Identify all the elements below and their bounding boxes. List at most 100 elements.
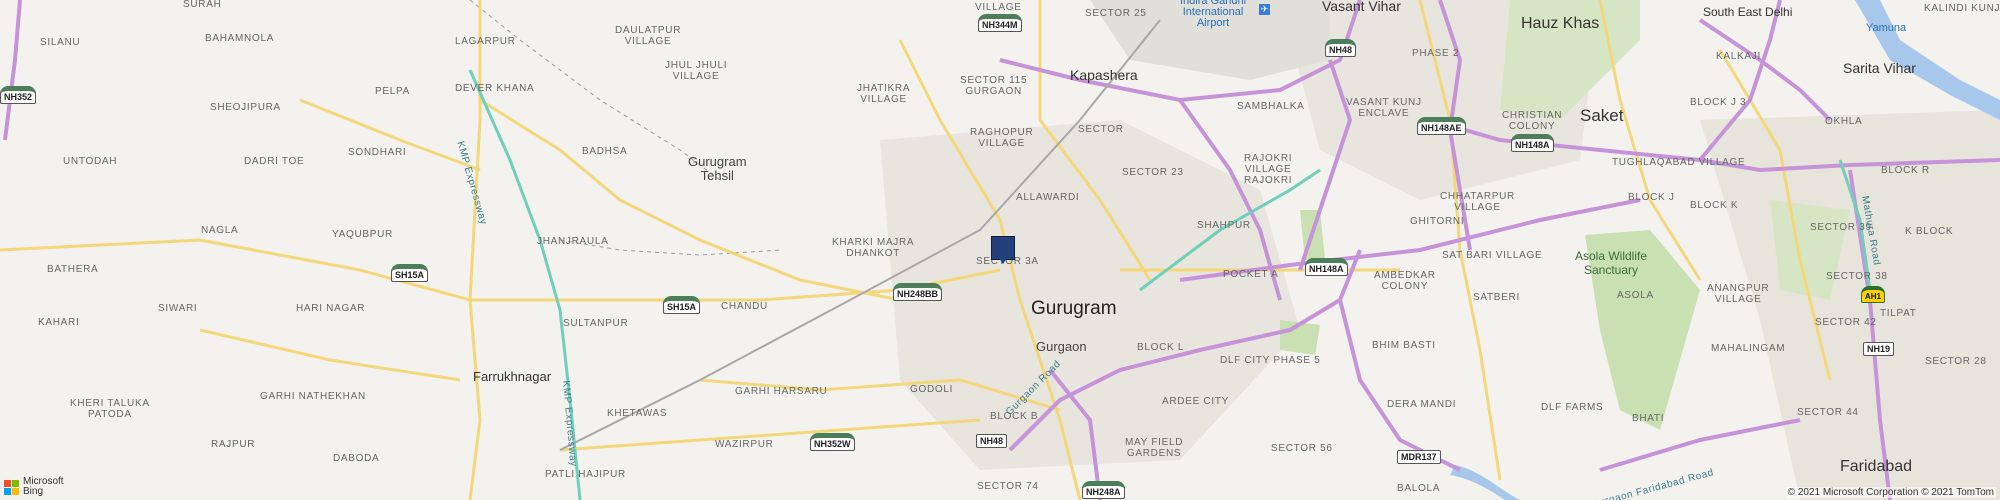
river-label: Yamuna bbox=[1866, 22, 1907, 34]
place-label: ALLAWARDI bbox=[1016, 192, 1080, 203]
bing-logo[interactable]: Microsoft Bing bbox=[4, 477, 64, 497]
highway-shield: NH352 bbox=[0, 86, 37, 104]
place-label: UNTODAH bbox=[63, 156, 118, 167]
place-label: PATLI HAJIPUR bbox=[545, 469, 626, 480]
place-label: ANANGPUR VILLAGE bbox=[1707, 283, 1770, 305]
city-label: Gurugram bbox=[1031, 298, 1117, 319]
place-label: MAY FIELD GARDENS bbox=[1125, 437, 1184, 459]
place-label: BLOCK R bbox=[1881, 165, 1930, 176]
highway-shield: NH148A bbox=[1305, 258, 1348, 276]
place-label: OKHLA bbox=[1825, 116, 1863, 127]
place-label: CHRISTIAN COLONY bbox=[1502, 110, 1563, 132]
airport-label: Indira Gandhi International Airport bbox=[1180, 0, 1247, 29]
place-label: BLOCK J 3 bbox=[1690, 97, 1747, 108]
place-label: Sarita Vihar bbox=[1843, 60, 1916, 76]
place-label: SHEOJIPURA bbox=[210, 102, 281, 113]
place-label: KALKAJI bbox=[1716, 51, 1761, 62]
place-label: Hauz Khas bbox=[1521, 15, 1600, 32]
place-label: VILLAGE bbox=[975, 2, 1022, 13]
place-label: DADRI TOE bbox=[244, 156, 305, 167]
place-label: Farrukhnagar bbox=[473, 369, 552, 384]
place-label: BAHAMNOLA bbox=[205, 33, 275, 44]
place-label: BLOCK J bbox=[1628, 192, 1675, 203]
place-label: AMBEDKAR COLONY bbox=[1374, 270, 1436, 292]
place-label: SECTOR 44 bbox=[1797, 407, 1859, 418]
place-label: BHIM BASTI bbox=[1372, 340, 1436, 351]
park-label: Asola Wildlife Sanctuary bbox=[1575, 249, 1648, 277]
place-label: VASANT KUNJ ENCLAVE bbox=[1346, 97, 1422, 119]
place-label: GODOLI bbox=[910, 384, 954, 395]
place-label: SONDHARI bbox=[348, 147, 407, 158]
place-label: ARDEE CITY bbox=[1162, 396, 1230, 407]
place-label: YAQUBPUR bbox=[332, 229, 393, 240]
place-label: Gurugram Tehsil bbox=[688, 154, 747, 183]
place-label: DERA MANDI bbox=[1387, 399, 1457, 410]
highway-shield: AH1 bbox=[1861, 286, 1886, 303]
place-label: KHETAWAS bbox=[607, 408, 668, 419]
place-label: SAT BARI VILLAGE bbox=[1442, 250, 1543, 261]
place-label: LAGARPUR bbox=[455, 36, 516, 47]
place-label: RAJOKRI VILLAGE RAJOKRI bbox=[1244, 153, 1293, 186]
place-label: TUGHLAQABAD VILLAGE bbox=[1612, 157, 1746, 168]
place-label: Kapashera bbox=[1070, 67, 1138, 83]
place-label: BALOLA bbox=[1397, 483, 1441, 494]
place-label: SECTOR bbox=[1078, 124, 1124, 135]
place-label: SULTANPUR bbox=[563, 318, 629, 329]
place-label: HARI NAGAR bbox=[296, 303, 366, 314]
place-label: PELPA bbox=[375, 86, 410, 97]
highway-shield: MDR137 bbox=[1397, 450, 1441, 464]
airport-icon: ✈ bbox=[1259, 4, 1270, 15]
place-label: NAGLA bbox=[201, 225, 239, 236]
place-label: DAULATPUR VILLAGE bbox=[615, 25, 682, 47]
place-label: SILANU bbox=[40, 37, 81, 48]
microsoft-logo-icon bbox=[4, 479, 19, 495]
place-label: JHATIKRA VILLAGE bbox=[857, 83, 911, 105]
highway-shield: NH148AE bbox=[1417, 117, 1466, 135]
place-label: POCKET A bbox=[1223, 269, 1279, 280]
copyright-notice[interactable]: © 2021 Microsoft Corporation © 2021 TomT… bbox=[1785, 487, 1996, 498]
place-label: SECTOR 28 bbox=[1925, 356, 1987, 367]
place-label: BADHSA bbox=[582, 146, 628, 157]
place-label: DABODA bbox=[333, 453, 380, 464]
highway-shield: SH15A bbox=[391, 264, 429, 282]
place-label: KHERI TALUKA PATODA bbox=[70, 398, 150, 420]
city-label: Faridabad bbox=[1840, 458, 1913, 475]
place-label: JHUL JHULI VILLAGE bbox=[665, 60, 728, 82]
place-label: ASOLA bbox=[1617, 290, 1654, 301]
place-label: CHHATARPUR VILLAGE bbox=[1440, 191, 1515, 213]
highway-shield: NH148A bbox=[1511, 134, 1554, 152]
place-label: SURAH bbox=[183, 0, 222, 10]
place-label: MAHALINGAM bbox=[1711, 343, 1786, 354]
place-label: SHAHPUR bbox=[1197, 220, 1251, 231]
place-label: SECTOR 115 GURGAON bbox=[960, 75, 1028, 97]
place-label: JHANJRAULA bbox=[537, 236, 609, 247]
location-pin[interactable] bbox=[991, 236, 1015, 264]
place-label: DLF FARMS bbox=[1541, 402, 1604, 413]
map-canvas[interactable]: ✈ SURAH SILANU BAHAMNOLA LAGARPUR DAULAT… bbox=[0, 0, 2000, 500]
highway-shield: SH15A bbox=[663, 296, 701, 314]
place-label: SECTOR 23 bbox=[1122, 167, 1184, 178]
place-label: SECTOR 25 bbox=[1085, 8, 1147, 19]
place-label: SECTOR 56 bbox=[1271, 443, 1333, 454]
place-label: DLF CITY PHASE 5 bbox=[1220, 355, 1321, 366]
highway-shield: NH352W bbox=[810, 433, 855, 451]
place-label: CHANDU bbox=[721, 301, 768, 312]
place-label: Vasant Vihar bbox=[1322, 0, 1401, 14]
place-label: SATBERI bbox=[1473, 292, 1520, 303]
logo-line2: Bing bbox=[23, 486, 44, 497]
place-label: SAMBHALKA bbox=[1237, 101, 1305, 112]
place-label: SECTOR 74 bbox=[977, 481, 1039, 492]
place-label: South East Delhi bbox=[1703, 5, 1793, 19]
place-label: RAGHOPUR VILLAGE bbox=[970, 127, 1034, 149]
place-label: KHARKI MAJRA DHANKOT bbox=[832, 237, 915, 259]
highway-shield: NH344M bbox=[978, 14, 1022, 32]
place-label: BLOCK K bbox=[1690, 200, 1739, 211]
highway-shield: NH19 bbox=[1863, 342, 1895, 356]
place-label: GARHI HARSARU bbox=[735, 386, 828, 397]
place-label: BLOCK L bbox=[1137, 342, 1185, 353]
place-label: Gurgaon bbox=[1036, 339, 1087, 354]
place-label: Saket bbox=[1580, 106, 1624, 125]
highway-shield: NH48 bbox=[976, 434, 1008, 448]
highway-shield: NH248BB bbox=[893, 283, 943, 301]
place-label: KALINDI KUNJ bbox=[1924, 3, 2000, 14]
